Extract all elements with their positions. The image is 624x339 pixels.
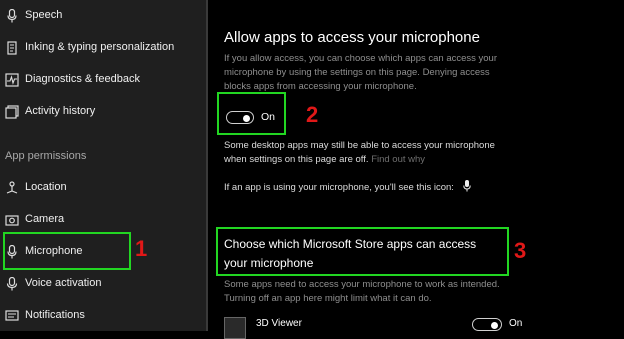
main-content: Allow apps to access your microphone If … [208,0,624,339]
toggle-state-label: On [261,111,276,123]
sidebar-item-voice-activation[interactable]: Voice activation [0,270,206,298]
in-use-icon-note: If an app is using your microphone, you'… [224,180,544,197]
annotation-number-2: 2 [306,102,319,127]
sidebar-item-label: Notifications [25,309,85,321]
history-icon [5,105,19,119]
3d-viewer-toggle[interactable] [472,318,502,331]
in-use-icon-note-text: If an app is using your microphone, you'… [224,182,454,193]
3d-viewer-toggle-state: On [509,318,523,329]
diagnostics-icon [5,73,19,87]
toggle-knob [491,321,498,329]
access-description: If you allow access, you can choose whic… [224,53,498,92]
settings-sidebar: Speech Inking & typing personalization D… [0,0,206,331]
sidebar-item-activity-history[interactable]: Activity history [0,98,206,126]
sidebar-item-label: Activity history [25,105,96,117]
toggle-knob [243,114,250,122]
store-apps-heading-line-1: Choose which Microsoft Store apps can ac… [224,237,477,251]
sidebar-item-diagnostics[interactable]: Diagnostics & feedback [0,66,206,94]
section-header-app-permissions: App permissions [5,150,87,162]
page-title: Allow apps to access your microphone [224,29,480,46]
store-apps-heading: Choose which Microsoft Store apps can ac… [224,235,476,273]
notifications-icon [5,309,19,323]
annotation-box-1 [3,232,131,270]
sidebar-item-label: Inking & typing personalization [25,41,175,53]
annotation-number-3: 3 [514,238,527,263]
sidebar-item-location[interactable]: Location [0,174,206,202]
pen-icon [5,41,19,55]
sidebar-item-inking[interactable]: Inking & typing personalization [0,34,206,62]
sidebar-item-notifications[interactable]: Notifications [0,302,206,330]
microphone-speech-icon [5,9,19,23]
annotation-number-1: 1 [135,236,148,261]
desktop-apps-note: Some desktop apps may still be able to a… [224,139,519,167]
sidebar-item-label: Speech [25,9,63,21]
location-icon [5,181,19,195]
sidebar-item-label: Location [25,181,67,193]
store-apps-note: Some apps need to access your microphone… [224,279,500,304]
sidebar-item-label: Camera [25,213,65,225]
voice-activation-icon [5,277,19,291]
store-apps-heading-line-2: your microphone [224,256,314,270]
sidebar-item-speech[interactable]: Speech [0,2,206,30]
microphone-in-use-icon [462,180,471,197]
sidebar-item-camera[interactable]: Camera [0,206,206,234]
sidebar-item-label: Voice activation [25,277,102,289]
3d-viewer-app-icon [224,317,246,339]
microphone-access-toggle[interactable] [226,111,254,124]
find-out-why-link[interactable]: Find out why [371,154,425,165]
camera-icon [5,213,19,227]
desktop-apps-note-text: Some desktop apps may still be able to a… [224,140,495,165]
sidebar-item-label: Diagnostics & feedback [25,73,140,85]
app-name-3d-viewer: 3D Viewer [256,318,302,329]
